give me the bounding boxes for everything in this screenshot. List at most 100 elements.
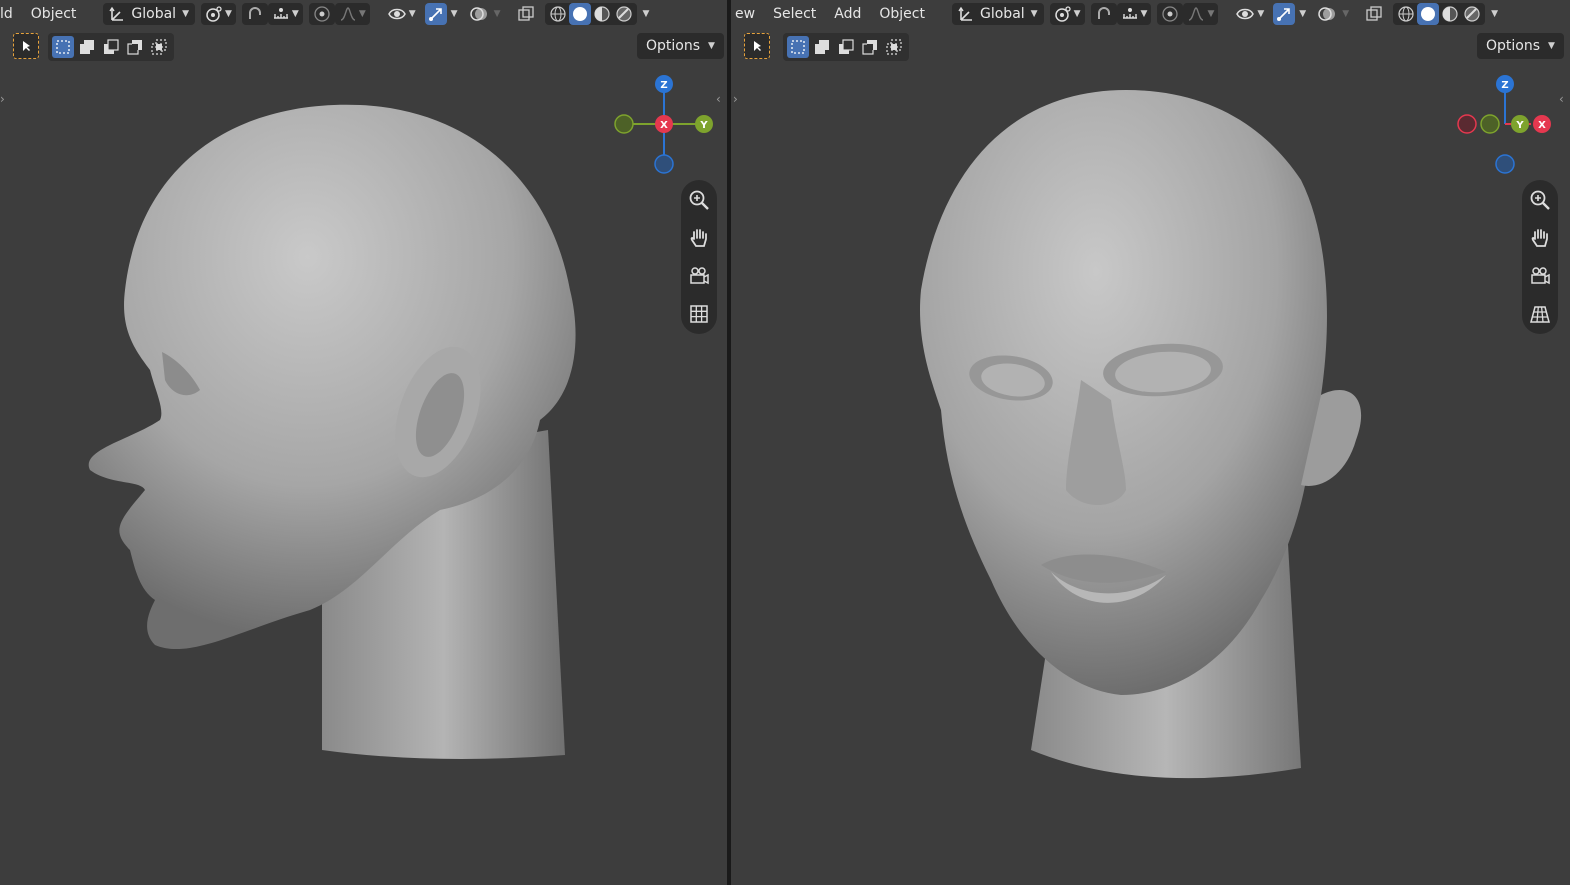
left-3d-viewport[interactable]: ld Object Global ▼ ▼ ▼ ▼ ▼ ▼ ▼ ▼ Options…: [0, 0, 727, 885]
right-viewport-header: ew Select Add Object Global ▼ ▼ ▼ ▼ ▼ ▼ …: [731, 0, 1570, 27]
magnet-icon: [1097, 6, 1110, 19]
pan-button[interactable]: [1525, 222, 1555, 254]
gizmo-z-label: Z: [1501, 80, 1508, 91]
extend-square-icon: [80, 40, 94, 54]
wireframe-shading-button[interactable]: [547, 3, 569, 25]
chevron-down-icon: ▼: [708, 41, 715, 51]
chevron-down-icon: ▼: [1140, 8, 1148, 19]
chevron-down-icon[interactable]: ▼: [1299, 9, 1306, 19]
menu-object[interactable]: Object: [870, 6, 934, 22]
mode-extend-button[interactable]: [76, 36, 98, 58]
chevron-down-icon: ▼: [1030, 8, 1038, 19]
zoom-magnifier-icon: [689, 190, 709, 210]
mode-intersect-button[interactable]: [883, 36, 905, 58]
zoom-button[interactable]: [684, 184, 714, 216]
rendered-shading-button[interactable]: [613, 3, 635, 25]
snap-target-dropdown[interactable]: ▼: [1116, 2, 1152, 25]
snap-target-dropdown[interactable]: ▼: [267, 2, 303, 25]
chevron-down-icon: ▼: [182, 8, 189, 19]
perspective-toggle-button[interactable]: [684, 298, 714, 330]
orientation-axes-icon: [109, 6, 124, 21]
options-label: Options: [1486, 38, 1541, 54]
mode-intersect-button[interactable]: [148, 36, 170, 58]
gizmo-z-label: Z: [660, 80, 667, 91]
navigation-controls: [681, 180, 717, 334]
toggle-xray-button[interactable]: [1363, 3, 1385, 25]
material-sphere-icon: [1442, 5, 1458, 22]
perspective-toggle-button[interactable]: [1525, 298, 1555, 330]
camera-icon: [1531, 267, 1550, 285]
dashed-square-icon: [791, 40, 805, 54]
pivot-point-button[interactable]: ▼: [200, 2, 236, 25]
navigation-gizmo[interactable]: Z Y X: [1451, 70, 1561, 180]
camera-view-button[interactable]: [1525, 260, 1555, 292]
toolbar-expand-arrow-icon[interactable]: ›: [0, 92, 5, 106]
mode-subtract-button[interactable]: [100, 36, 122, 58]
pivot-point-button[interactable]: ▼: [1049, 2, 1085, 25]
mode-extend-button[interactable]: [811, 36, 833, 58]
hand-icon: [1531, 229, 1548, 247]
pan-button[interactable]: [684, 222, 714, 254]
toggle-xray-button[interactable]: [515, 3, 537, 25]
show-gizmo-button[interactable]: [1273, 2, 1296, 25]
rendered-sphere-icon: [615, 5, 632, 22]
object-visibility-dropdown[interactable]: ▼: [384, 3, 419, 25]
camera-view-button[interactable]: [684, 260, 714, 292]
show-overlays-button[interactable]: [468, 3, 490, 25]
solid-shading-button[interactable]: [568, 2, 591, 25]
select-tool-button[interactable]: [744, 33, 770, 59]
menu-view-clipped[interactable]: ld: [0, 6, 22, 22]
navigation-gizmo[interactable]: Z Y X: [610, 70, 720, 180]
proportional-edit-icon: [1162, 5, 1179, 22]
material-preview-button[interactable]: [1439, 3, 1461, 25]
menu-view-clipped[interactable]: ew: [731, 6, 764, 22]
rendered-shading-button[interactable]: [1461, 3, 1483, 25]
chevron-down-icon[interactable]: ▼: [451, 9, 458, 19]
show-overlays-button[interactable]: [1316, 3, 1338, 25]
selection-mode-group: [783, 33, 909, 61]
shading-options-chevron-icon[interactable]: ▼: [1491, 9, 1498, 19]
overlay-circles-icon: [1318, 6, 1336, 21]
pivot-icon: [206, 5, 222, 22]
proportional-editing-button[interactable]: [308, 2, 335, 25]
wireframe-shading-button[interactable]: [1395, 3, 1417, 25]
transform-orientation-dropdown[interactable]: Global ▼: [952, 2, 1044, 25]
options-dropdown[interactable]: Options ▼: [637, 33, 724, 59]
head-mesh-three-quarter[interactable]: [901, 80, 1401, 790]
object-visibility-dropdown[interactable]: ▼: [1232, 3, 1267, 25]
eye-icon: [387, 8, 406, 19]
right-3d-viewport[interactable]: ew Select Add Object Global ▼ ▼ ▼ ▼ ▼ ▼ …: [731, 0, 1570, 885]
snap-toggle-button[interactable]: [241, 2, 268, 25]
chevron-down-icon[interactable]: ▼: [1342, 9, 1349, 19]
intersect-square-icon: [886, 39, 902, 55]
snap-toggle-button[interactable]: [1090, 2, 1117, 25]
solid-shading-button[interactable]: [1417, 2, 1440, 25]
material-preview-button[interactable]: [591, 3, 613, 25]
cursor-arrow-icon: [754, 41, 761, 51]
mode-invert-button[interactable]: [859, 36, 881, 58]
proportional-falloff-dropdown[interactable]: ▼: [1183, 2, 1219, 25]
selection-mode-group: [48, 33, 174, 61]
chevron-down-icon[interactable]: ▼: [494, 9, 501, 19]
proportional-falloff-dropdown[interactable]: ▼: [334, 2, 370, 25]
show-gizmo-button[interactable]: [424, 2, 447, 25]
mode-subtract-button[interactable]: [835, 36, 857, 58]
menu-object[interactable]: Object: [22, 6, 86, 22]
eye-icon: [1236, 8, 1255, 19]
shading-options-chevron-icon[interactable]: ▼: [643, 9, 650, 19]
toolbar-expand-arrow-icon[interactable]: ›: [733, 92, 738, 106]
proportional-editing-button[interactable]: [1157, 2, 1184, 25]
select-tool-button[interactable]: [13, 33, 39, 59]
mode-set-new-button[interactable]: [52, 36, 74, 58]
mode-invert-button[interactable]: [124, 36, 146, 58]
wireframe-sphere-icon: [549, 5, 566, 22]
mode-set-new-button[interactable]: [787, 36, 809, 58]
chevron-down-icon: ▼: [291, 8, 299, 19]
options-dropdown[interactable]: Options ▼: [1477, 33, 1564, 59]
menu-add[interactable]: Add: [825, 6, 870, 22]
camera-icon: [690, 267, 709, 285]
transform-orientation-dropdown[interactable]: Global ▼: [103, 2, 195, 25]
zoom-button[interactable]: [1525, 184, 1555, 216]
head-mesh-side-profile[interactable]: [60, 90, 620, 780]
menu-select[interactable]: Select: [764, 6, 825, 22]
